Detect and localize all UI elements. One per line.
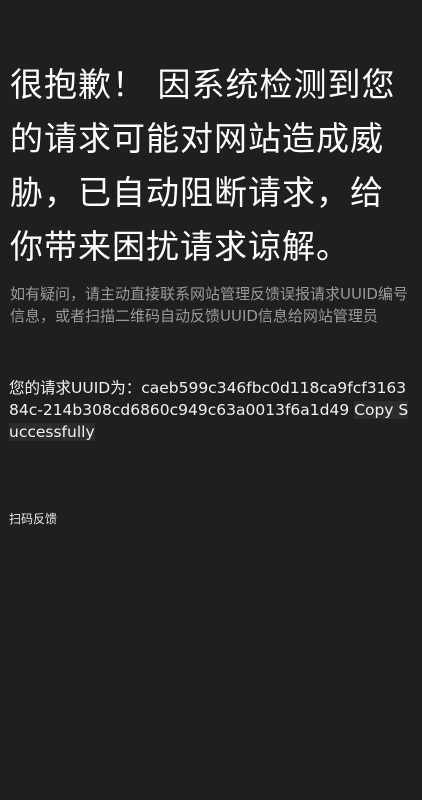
block-page: 很抱歉！ 因系统检测到您的请求可能对网站造成威胁，已自动阻断请求，给你带来困扰请… — [0, 0, 422, 800]
scan-feedback-link[interactable]: 扫码反馈 — [9, 511, 57, 527]
request-uuid-block: 您的请求UUID为：caeb599c346fbc0d118ca9fcf31638… — [9, 377, 414, 443]
block-headline: 很抱歉！ 因系统检测到您的请求可能对网站造成威胁，已自动阻断请求，给你带来困扰请… — [10, 65, 396, 266]
contact-notice: 如有疑问，请主动直接联系网站管理反馈误报请求UUID编号信息，或者扫描二维码自动… — [10, 285, 408, 325]
uuid-label: 您的请求UUID为： — [9, 379, 142, 397]
